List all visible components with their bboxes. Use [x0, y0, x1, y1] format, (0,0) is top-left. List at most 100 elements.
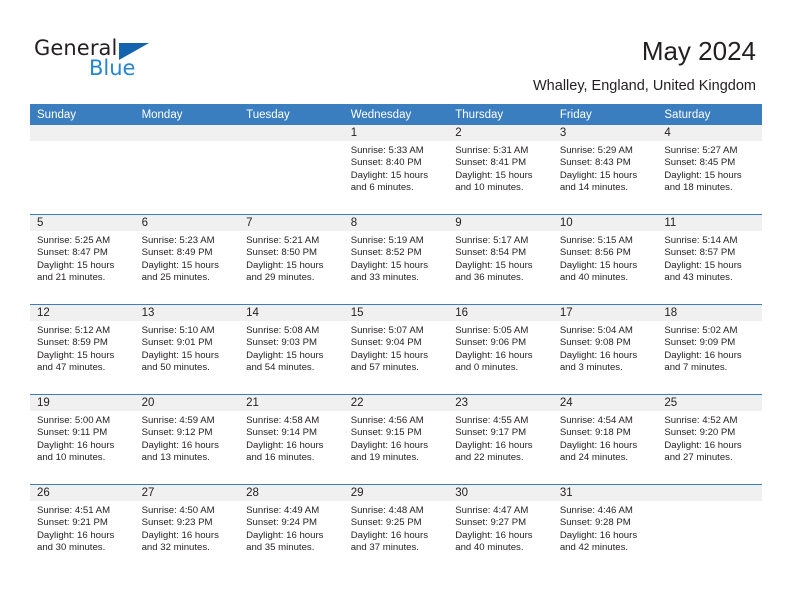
sunset-time: Sunset: 9:23 PM	[141, 517, 213, 529]
calendar-day-cell[interactable]: 11 Sunrise: 5:14 AM Sunset: 8:57 PM Dayligh…	[657, 214, 762, 305]
calendar-day-cell[interactable]: 7 Sunrise: 5:21 AM Sunset: 8:50 PM Daylight…	[239, 214, 344, 305]
calendar-header-row: Sunday Monday Tuesday Wednesday Thursday…	[30, 104, 762, 125]
calendar-day-cell[interactable]: 22 Sunrise: 4:56 AM Sunset: 9:15 PM Dayligh…	[343, 394, 449, 485]
daylight-duration: Daylight: 15 hours and 43 minutes.	[664, 259, 742, 283]
day-details: Sunrise: 5:15 AM Sunset: 8:56 PM Daylight:…	[553, 231, 658, 284]
day-number: 20	[134, 395, 240, 411]
sunrise-time: Sunrise: 5:17 AM	[455, 235, 529, 246]
day-number: 24	[552, 395, 658, 411]
daylight-duration: Daylight: 15 hours and 21 minutes.	[37, 259, 115, 283]
day-details: Sunrise: 4:49 AM Sunset: 9:24 PM Daylight:…	[239, 501, 344, 554]
weekday-header-sunday: Sunday	[30, 104, 135, 125]
calendar-body: 1 Sunrise: 5:33 AM Sunset: 8:40 PM Daylight…	[30, 125, 762, 574]
sunset-time: Sunset: 9:20 PM	[664, 427, 736, 439]
day-number: 10	[552, 215, 658, 231]
calendar-day-cell[interactable]: 26 Sunrise: 4:51 AM Sunset: 9:21 PM Dayligh…	[30, 484, 135, 574]
calendar-day-cell[interactable]: 8 Sunrise: 5:19 AM Sunset: 8:52 PM Daylight…	[343, 214, 449, 305]
sunrise-time: Sunrise: 5:15 AM	[559, 235, 633, 246]
day-number: 23	[448, 395, 553, 411]
daylight-duration: Daylight: 16 hours and 37 minutes.	[350, 529, 429, 553]
calendar-day-cell[interactable]: 27 Sunrise: 4:50 AM Sunset: 9:23 PM Dayligh…	[134, 484, 240, 574]
day-details: Sunrise: 5:10 AM Sunset: 9:01 PM Daylight:…	[135, 321, 240, 374]
sunrise-time: Sunrise: 5:27 AM	[664, 145, 738, 156]
day-details: Sunrise: 5:29 AM Sunset: 8:43 PM Daylight:…	[553, 141, 658, 194]
sunrise-time: Sunrise: 5:33 AM	[350, 145, 424, 156]
day-number	[134, 125, 240, 141]
day-details: Sunrise: 5:33 AM Sunset: 8:40 PM Daylight:…	[344, 141, 449, 194]
calendar-day-cell[interactable]: 12 Sunrise: 5:12 AM Sunset: 8:59 PM Dayligh…	[30, 304, 135, 395]
sunrise-time: Sunrise: 5:23 AM	[141, 235, 215, 246]
daylight-duration: Daylight: 16 hours and 10 minutes.	[37, 439, 115, 463]
day-details: Sunrise: 5:05 AM Sunset: 9:06 PM Daylight:…	[448, 321, 553, 374]
calendar-day-cell[interactable]: 9 Sunrise: 5:17 AM Sunset: 8:54 PM Daylight…	[448, 214, 553, 305]
day-details: Sunrise: 4:55 AM Sunset: 9:17 PM Daylight:…	[448, 411, 553, 464]
sunrise-time: Sunrise: 5:02 AM	[664, 325, 738, 336]
calendar-day-cell[interactable]: 21 Sunrise: 4:58 AM Sunset: 9:14 PM Dayligh…	[239, 394, 344, 485]
sunrise-time: Sunrise: 4:54 AM	[559, 415, 633, 426]
calendar-day-cell[interactable]: 20 Sunrise: 4:59 AM Sunset: 9:12 PM Dayligh…	[134, 394, 240, 485]
day-number: 4	[657, 125, 762, 141]
calendar-day-cell-empty	[657, 484, 762, 574]
calendar-week-row: 26 Sunrise: 4:51 AM Sunset: 9:21 PM Dayligh…	[30, 484, 762, 574]
day-details: Sunrise: 4:46 AM Sunset: 9:28 PM Daylight:…	[553, 501, 658, 554]
calendar-day-cell[interactable]: 6 Sunrise: 5:23 AM Sunset: 8:49 PM Daylight…	[134, 214, 240, 305]
weekday-header-monday: Monday	[134, 104, 240, 125]
daylight-duration: Daylight: 15 hours and 29 minutes.	[246, 259, 324, 283]
calendar-day-cell[interactable]: 25 Sunrise: 4:52 AM Sunset: 9:20 PM Dayligh…	[657, 394, 762, 485]
daylight-duration: Daylight: 15 hours and 33 minutes.	[350, 259, 429, 283]
day-number: 2	[448, 125, 553, 141]
calendar-week-row: 19 Sunrise: 5:00 AM Sunset: 9:11 PM Dayligh…	[30, 394, 762, 485]
calendar-day-cell[interactable]: 5 Sunrise: 5:25 AM Sunset: 8:47 PM Daylight…	[30, 214, 135, 305]
sunset-time: Sunset: 8:40 PM	[350, 157, 422, 169]
calendar-day-cell[interactable]: 29 Sunrise: 4:48 AM Sunset: 9:25 PM Dayligh…	[343, 484, 449, 574]
calendar-day-cell[interactable]: 3 Sunrise: 5:29 AM Sunset: 8:43 PM Daylight…	[552, 125, 658, 215]
calendar-day-cell[interactable]: 1 Sunrise: 5:33 AM Sunset: 8:40 PM Daylight…	[343, 125, 449, 215]
day-number: 22	[343, 395, 449, 411]
calendar-day-cell[interactable]: 15 Sunrise: 5:07 AM Sunset: 9:04 PM Dayligh…	[343, 304, 449, 395]
calendar-day-cell[interactable]: 30 Sunrise: 4:47 AM Sunset: 9:27 PM Dayligh…	[448, 484, 553, 574]
calendar-day-cell[interactable]: 23 Sunrise: 4:55 AM Sunset: 9:17 PM Dayligh…	[448, 394, 553, 485]
calendar-day-cell[interactable]: 18 Sunrise: 5:02 AM Sunset: 9:09 PM Dayligh…	[657, 304, 762, 395]
sunrise-time: Sunrise: 4:48 AM	[350, 505, 424, 516]
day-details: Sunrise: 5:21 AM Sunset: 8:50 PM Daylight:…	[239, 231, 344, 284]
sunrise-time: Sunrise: 5:29 AM	[559, 145, 633, 156]
calendar-week-row: 1 Sunrise: 5:33 AM Sunset: 8:40 PM Daylight…	[30, 125, 762, 215]
calendar-day-cell[interactable]: 24 Sunrise: 4:54 AM Sunset: 9:18 PM Dayligh…	[552, 394, 658, 485]
sunset-time: Sunset: 9:14 PM	[246, 427, 318, 439]
page-header: General Blue May 2024 Whalley, England, …	[0, 0, 792, 100]
day-number: 26	[30, 485, 135, 501]
sunrise-time: Sunrise: 4:46 AM	[559, 505, 633, 516]
calendar-day-cell[interactable]: 28 Sunrise: 4:49 AM Sunset: 9:24 PM Dayligh…	[239, 484, 344, 574]
sunset-time: Sunset: 8:59 PM	[37, 337, 108, 349]
day-number	[239, 125, 344, 141]
day-number: 12	[30, 305, 135, 321]
day-number: 28	[239, 485, 344, 501]
sunrise-time: Sunrise: 5:31 AM	[455, 145, 529, 156]
day-details: Sunrise: 5:25 AM Sunset: 8:47 PM Daylight:…	[30, 231, 135, 284]
calendar-day-cell[interactable]: 16 Sunrise: 5:05 AM Sunset: 9:06 PM Dayligh…	[448, 304, 553, 395]
calendar-day-cell[interactable]: 4 Sunrise: 5:27 AM Sunset: 8:45 PM Daylight…	[657, 125, 762, 215]
sunset-time: Sunset: 9:15 PM	[350, 427, 422, 439]
calendar-day-cell[interactable]: 31 Sunrise: 4:46 AM Sunset: 9:28 PM Dayligh…	[552, 484, 658, 574]
calendar-day-cell-empty	[30, 125, 135, 215]
calendar-day-cell[interactable]: 13 Sunrise: 5:10 AM Sunset: 9:01 PM Dayligh…	[134, 304, 240, 395]
sunrise-time: Sunrise: 5:00 AM	[37, 415, 111, 426]
sunset-time: Sunset: 9:11 PM	[37, 427, 108, 439]
day-details: Sunrise: 5:23 AM Sunset: 8:49 PM Daylight:…	[135, 231, 240, 284]
calendar-day-cell[interactable]: 19 Sunrise: 5:00 AM Sunset: 9:11 PM Dayligh…	[30, 394, 135, 485]
day-number: 5	[30, 215, 135, 231]
calendar-day-cell[interactable]: 17 Sunrise: 5:04 AM Sunset: 9:08 PM Dayligh…	[552, 304, 658, 395]
sunset-time: Sunset: 9:21 PM	[37, 517, 108, 529]
day-details: Sunrise: 4:58 AM Sunset: 9:14 PM Daylight:…	[239, 411, 344, 464]
calendar-day-cell[interactable]: 10 Sunrise: 5:15 AM Sunset: 8:56 PM Dayligh…	[552, 214, 658, 305]
sunset-time: Sunset: 9:04 PM	[350, 337, 422, 349]
calendar-day-cell[interactable]: 14 Sunrise: 5:08 AM Sunset: 9:03 PM Dayligh…	[239, 304, 344, 395]
calendar-day-cell[interactable]: 2 Sunrise: 5:31 AM Sunset: 8:41 PM Daylight…	[448, 125, 553, 215]
daylight-duration: Daylight: 15 hours and 40 minutes.	[559, 259, 638, 283]
daylight-duration: Daylight: 16 hours and 42 minutes.	[559, 529, 638, 553]
sunset-time: Sunset: 8:54 PM	[455, 247, 527, 259]
weekday-header-thursday: Thursday	[448, 104, 553, 125]
day-number	[30, 125, 135, 141]
daylight-duration: Daylight: 15 hours and 18 minutes.	[664, 169, 742, 193]
sunrise-time: Sunrise: 5:05 AM	[455, 325, 529, 336]
